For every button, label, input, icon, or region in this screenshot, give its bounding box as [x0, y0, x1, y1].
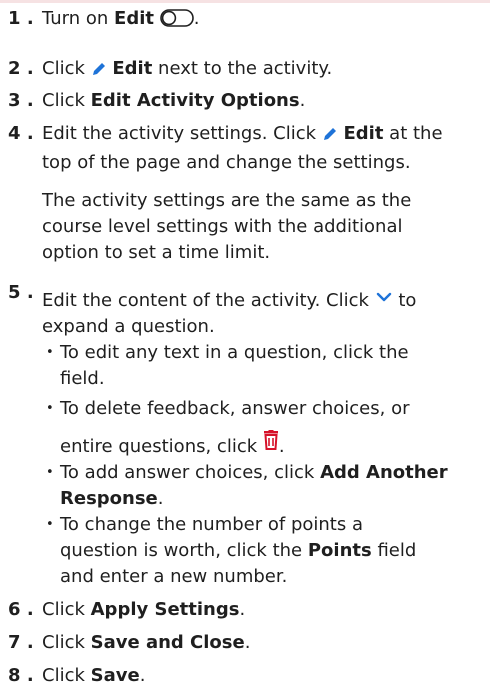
step-text: Edit the content of the activity. Click … — [42, 286, 482, 590]
list-item: To edit any text in a question, click th… — [46, 340, 482, 392]
edit-activity-options-label: Edit Activity Options — [90, 90, 300, 111]
step-text: Turn on Edit . — [42, 6, 482, 35]
step-number: 4 . — [8, 123, 34, 144]
step-number: 5 . — [8, 282, 34, 303]
step-number: 1 . — [8, 8, 34, 29]
step-text-pre: Turn on — [42, 8, 115, 29]
step-text: Click Apply Settings. — [42, 599, 246, 620]
step-number: 6 . — [8, 599, 34, 620]
edit-label: Edit — [112, 58, 153, 79]
step-text: Click Edit Activity Options. — [42, 90, 306, 111]
step-number: 2 . — [8, 58, 34, 79]
step-text: Click Save. — [42, 665, 146, 686]
step-text: Click Edit next to the activity. — [42, 56, 482, 85]
edit-label: Edit — [343, 123, 384, 144]
pencil-icon — [91, 59, 107, 85]
chevron-down-icon — [375, 286, 393, 312]
toggle-off-icon — [159, 9, 194, 35]
step-text: Click Save and Close. — [42, 632, 251, 653]
apply-settings-label: Apply Settings — [90, 599, 240, 620]
list-item: To add answer choices, click Add Another… — [46, 460, 482, 512]
step-number: 3 . — [8, 90, 34, 111]
step-note: The activity settings are the same as th… — [42, 190, 412, 263]
edit-label: Edit — [114, 8, 154, 29]
pencil-icon — [322, 124, 338, 150]
top-accent-bar — [0, 0, 490, 3]
save-and-close-label: Save and Close — [90, 632, 245, 653]
step-number: 7 . — [8, 632, 34, 653]
step-text: Edit the activity settings. Click Edit a… — [42, 121, 482, 266]
trash-icon — [263, 430, 279, 458]
list-item: To change the number of points aquestion… — [46, 512, 482, 590]
step-number: 8 . — [8, 665, 34, 686]
save-label: Save — [90, 665, 140, 686]
list-item: To delete feedback, answer choices, oren… — [46, 396, 482, 460]
